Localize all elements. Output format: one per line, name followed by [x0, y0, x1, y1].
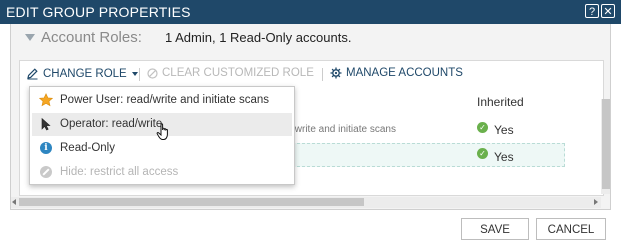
toolbar-divider	[139, 68, 140, 81]
pointer-icon	[41, 117, 51, 131]
menu-item-label: Read-Only	[60, 142, 115, 154]
toolbar-divider	[322, 68, 323, 81]
manage-accounts-label: MANAGE ACCOUNTS	[346, 67, 463, 79]
dialog-titlebar: EDIT GROUP PROPERTIES ? ✕	[0, 0, 621, 24]
info-icon: i	[40, 142, 52, 154]
check-circle-icon: ✓	[477, 122, 488, 133]
menu-item-label: Operator: read/write	[60, 118, 163, 130]
role-cell: /write and initiate scans	[292, 124, 396, 135]
pencil-icon	[27, 68, 38, 80]
menu-item-label: Hide: restrict all access	[60, 166, 179, 178]
star-icon	[39, 93, 53, 107]
manage-accounts-button[interactable]: MANAGE ACCOUNTS	[330, 67, 463, 79]
table-row[interactable]: /write and initiate scans ✓ Yes	[292, 118, 572, 142]
collapse-arrow-icon[interactable]	[25, 34, 35, 41]
horizontal-scrollbar[interactable]	[11, 197, 601, 208]
inherited-column-header: Inherited	[477, 95, 524, 109]
change-role-menu: Power User: read/write and initiate scan…	[29, 86, 295, 185]
dialog-title: EDIT GROUP PROPERTIES	[6, 4, 191, 20]
menu-item-read-only[interactable]: i Read-Only	[32, 137, 292, 160]
close-button[interactable]: ✕	[601, 4, 615, 18]
gear-icon	[330, 67, 342, 79]
inherited-cell: Yes	[494, 123, 514, 137]
block-icon	[147, 67, 158, 79]
table-row[interactable]: ✓ Yes	[292, 143, 565, 167]
menu-item-hide[interactable]: Hide: restrict all access	[32, 161, 292, 184]
change-role-label: CHANGE ROLE	[43, 67, 127, 80]
menu-item-power-user[interactable]: Power User: read/write and initiate scan…	[32, 89, 292, 112]
clear-customized-role-button[interactable]: CLEAR CUSTOMIZED ROLE	[147, 67, 314, 79]
vertical-scrollbar[interactable]	[601, 99, 610, 194]
help-button[interactable]: ?	[585, 4, 599, 18]
account-roles-label: Account Roles:	[41, 29, 142, 46]
account-roles-summary: 1 Admin, 1 Read-Only accounts.	[165, 30, 352, 45]
check-circle-icon: ✓	[477, 148, 488, 159]
chevron-down-icon	[131, 71, 138, 76]
scroll-right-arrow-icon[interactable]	[594, 199, 598, 205]
cancel-button[interactable]: CANCEL	[536, 218, 606, 240]
no-access-icon	[40, 166, 52, 178]
horizontal-scroll-thumb[interactable]	[19, 198, 364, 206]
change-role-button[interactable]: CHANGE ROLE	[26, 67, 138, 80]
vertical-scroll-thumb[interactable]	[602, 99, 610, 189]
inherited-cell: Yes	[494, 150, 514, 164]
scroll-left-arrow-icon[interactable]	[12, 199, 16, 205]
menu-item-operator[interactable]: Operator: read/write	[32, 113, 292, 140]
save-button[interactable]: SAVE	[461, 218, 529, 240]
menu-item-label: Power User: read/write and initiate scan…	[60, 94, 270, 106]
clear-customized-role-label: CLEAR CUSTOMIZED ROLE	[162, 67, 314, 79]
